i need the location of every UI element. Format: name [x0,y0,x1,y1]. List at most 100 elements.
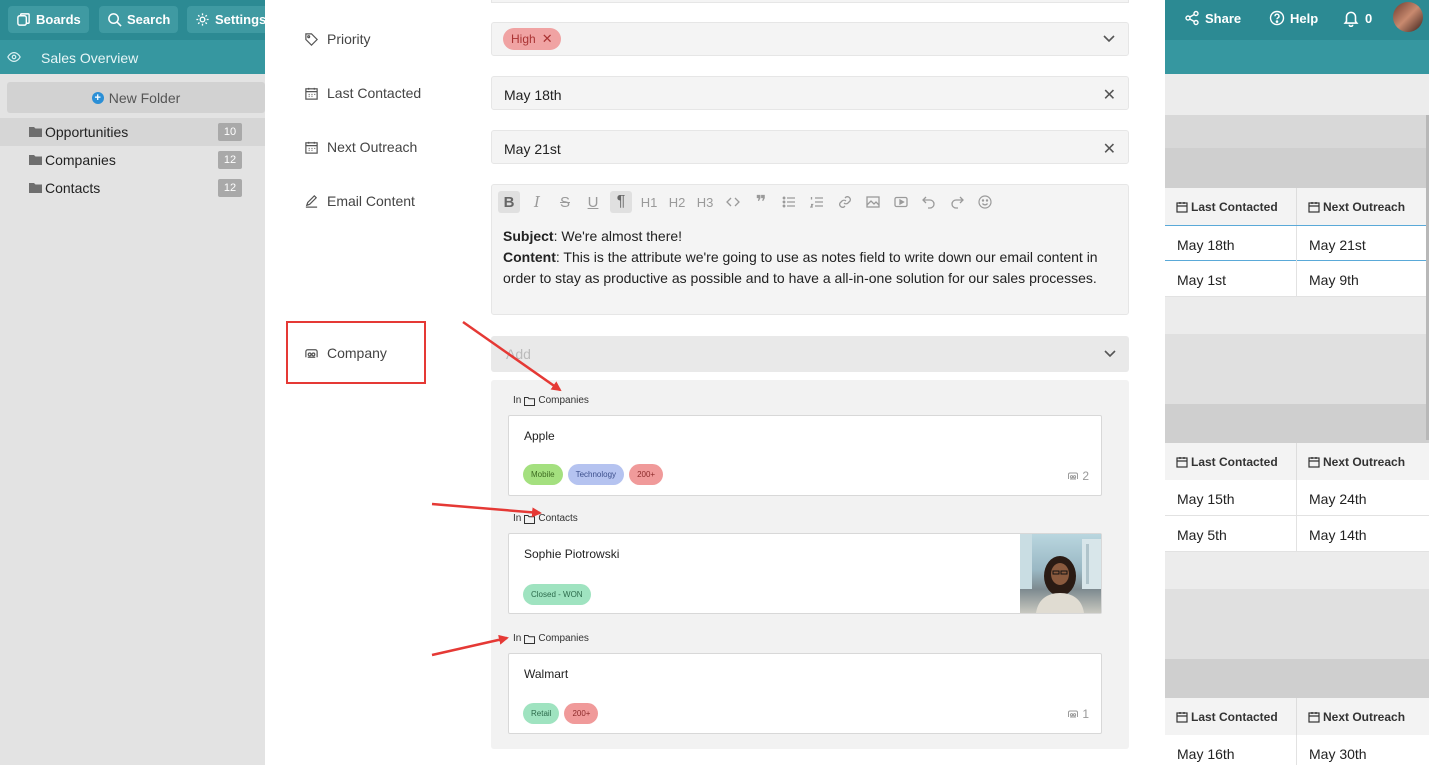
contact-photo [1020,534,1101,613]
redo-icon[interactable] [946,191,968,213]
new-folder-button[interactable]: + New Folder [7,82,265,113]
cell-next-outreach: May 14th [1309,527,1367,543]
linked-folder-name: Contacts [538,513,578,524]
linked-count: 1 [1067,707,1089,721]
column-last-contacted[interactable]: Last Contacted [1191,455,1278,469]
sidebar-item-companies[interactable]: Companies 12 [0,146,265,174]
boards-label: Boards [36,12,81,27]
paragraph-icon[interactable]: ¶ [610,191,632,213]
chevron-down-icon[interactable] [1103,346,1117,360]
linked-folder-name: Companies [538,395,589,406]
eye-icon[interactable] [7,50,21,64]
calendar-icon [1176,202,1188,213]
table-row[interactable]: May 15th May 24th [1165,480,1429,516]
email-content-body[interactable]: Subject: We're almost there! Content: Th… [503,226,1123,289]
bullet-list-icon[interactable] [778,191,800,213]
help-button[interactable]: Help [1269,6,1318,30]
email-content-label-row: Email Content [304,193,415,209]
board-title: Sales Overview [41,50,139,66]
search-button[interactable]: Search [99,6,179,33]
calendar-icon [1308,457,1320,468]
company-select[interactable]: Add [491,336,1129,372]
cell-last-contacted: May 15th [1177,491,1235,507]
calendar-icon [305,87,318,100]
clear-icon[interactable]: ✕ [1103,139,1116,159]
heading2-button[interactable]: H2 [666,191,688,213]
priority-select[interactable]: High ✕ [491,22,1129,56]
help-icon [1269,10,1285,26]
link-icon[interactable] [834,191,856,213]
strikethrough-icon[interactable]: S [554,191,576,213]
search-label: Search [127,12,171,27]
folder-icon [29,127,42,137]
sidebar-item-contacts[interactable]: Contacts 12 [0,174,265,202]
sidebar-item-opportunities[interactable]: Opportunities 10 [0,118,265,146]
column-last-contacted[interactable]: Last Contacted [1191,710,1278,724]
underline-icon[interactable]: U [582,191,604,213]
linked-record-card[interactable]: Apple Mobile Technology 200+ 2 [508,415,1102,496]
record-tags: Retail 200+ [523,703,599,724]
share-label: Share [1205,10,1242,26]
in-word: In [513,395,522,406]
linked-count-value: 2 [1082,469,1089,483]
linked-count-value: 1 [1082,707,1089,721]
column-next-outreach[interactable]: Next Outreach [1323,200,1405,214]
user-avatar[interactable] [1393,2,1423,32]
table-row[interactable]: May 18th May 21st [1165,225,1429,262]
last-contacted-field[interactable]: May 18th ✕ [491,76,1129,110]
folder-icon [29,155,42,165]
linked-count: 2 [1067,469,1089,483]
undo-icon[interactable] [918,191,940,213]
boards-button[interactable]: Boards [8,6,89,33]
quote-icon[interactable]: ❞ [750,191,772,213]
next-outreach-label: Next Outreach [327,139,418,155]
linked-record-card[interactable]: Sophie Piotrowski Closed - WON [508,533,1102,614]
table-header: Last Contacted Next Outreach [1165,698,1429,735]
notifications-button[interactable]: 0 [1342,6,1372,30]
chevron-down-icon[interactable] [1102,31,1116,45]
emoji-icon[interactable] [974,191,996,213]
clear-icon[interactable]: ✕ [1103,85,1116,105]
remove-tag-icon[interactable]: ✕ [542,31,553,47]
calendar-icon [305,141,318,154]
bold-icon[interactable]: B [498,191,520,213]
column-next-outreach[interactable]: Next Outreach [1323,455,1405,469]
image-icon[interactable] [862,191,884,213]
table-row[interactable]: May 16th May 30th [1165,735,1429,765]
bell-icon [1343,11,1359,27]
tag-icon [305,32,318,46]
folder-outline-icon [524,396,536,406]
cell-last-contacted: May 16th [1177,746,1235,762]
tag: Technology [567,464,625,485]
plus-circle-icon: + [91,91,104,104]
calendar-icon [1308,712,1320,723]
linked-record-card[interactable]: Walmart Retail 200+ 1 [508,653,1102,734]
column-next-outreach[interactable]: Next Outreach [1323,710,1405,724]
notifications-count: 0 [1365,10,1373,26]
video-icon[interactable] [890,191,912,213]
table-row[interactable]: May 1st May 9th [1165,261,1429,297]
calendar-icon [1176,457,1188,468]
folder-label: Opportunities [45,124,129,140]
last-contacted-value: May 18th [504,87,562,103]
record-name: Walmart [524,667,569,681]
contact-photo-image [1020,534,1101,613]
numbered-list-icon[interactable] [806,191,828,213]
heading1-button[interactable]: H1 [638,191,660,213]
column-last-contacted[interactable]: Last Contacted [1191,200,1278,214]
code-icon[interactable] [722,191,744,213]
tag: Mobile [523,464,563,485]
last-contacted-label-row: Last Contacted [304,85,421,101]
share-button[interactable]: Share [1184,6,1241,30]
italic-icon[interactable]: I [526,191,548,213]
email-content-label: Email Content [327,193,415,209]
next-outreach-field[interactable]: May 21st ✕ [491,130,1129,164]
heading3-button[interactable]: H3 [694,191,716,213]
subject-text: : We're almost there! [553,228,683,244]
email-content-editor[interactable]: B I S U ¶ H1 H2 H3 ❞ Subject: We're almo… [491,184,1129,315]
folder-outline-icon [524,514,536,524]
editor-toolbar: B I S U ¶ H1 H2 H3 ❞ [498,191,996,213]
settings-button[interactable]: Settings [187,6,275,33]
table-row[interactable]: May 5th May 14th [1165,516,1429,552]
link-record-icon [1068,710,1079,718]
